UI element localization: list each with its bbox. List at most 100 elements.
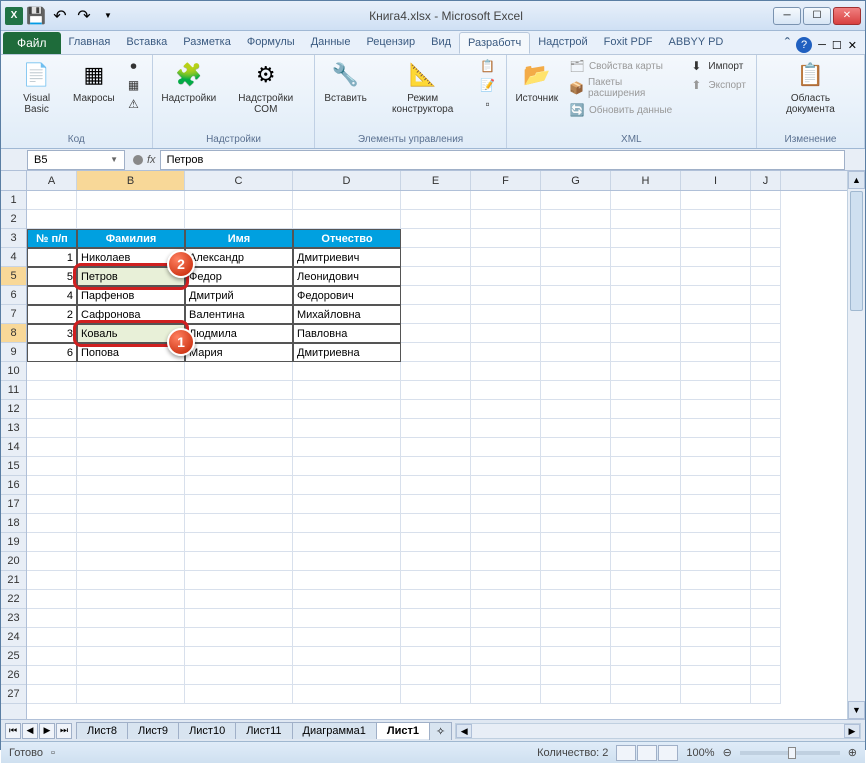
cell[interactable]: [541, 381, 611, 400]
design-mode-button[interactable]: 📐Режим конструктора: [374, 57, 472, 117]
maximize-button[interactable]: ☐: [803, 7, 831, 25]
row-header[interactable]: 20: [1, 552, 26, 571]
cell[interactable]: [293, 476, 401, 495]
cell[interactable]: [681, 191, 751, 210]
file-tab[interactable]: Файл: [3, 32, 61, 54]
cell[interactable]: [471, 400, 541, 419]
cell[interactable]: [293, 438, 401, 457]
cell[interactable]: [471, 666, 541, 685]
cell[interactable]: [27, 609, 77, 628]
visual-basic-button[interactable]: 📄Visual Basic: [7, 57, 66, 117]
cell[interactable]: [751, 666, 781, 685]
table-cell[interactable]: Мария: [185, 343, 293, 362]
qat-dropdown[interactable]: ▼: [97, 5, 119, 27]
cell[interactable]: [611, 666, 681, 685]
cell[interactable]: [77, 457, 185, 476]
cell[interactable]: [401, 666, 471, 685]
cell[interactable]: [77, 419, 185, 438]
cell[interactable]: [611, 609, 681, 628]
cell[interactable]: [185, 362, 293, 381]
cell[interactable]: [293, 552, 401, 571]
cell[interactable]: [401, 324, 471, 343]
cell[interactable]: [541, 400, 611, 419]
column-header[interactable]: D: [293, 171, 401, 190]
cell[interactable]: [77, 362, 185, 381]
row-header[interactable]: 27: [1, 685, 26, 704]
view-code-button[interactable]: 📝: [476, 76, 500, 94]
cell[interactable]: [611, 571, 681, 590]
cell[interactable]: [611, 495, 681, 514]
cell[interactable]: [293, 609, 401, 628]
column-header[interactable]: C: [185, 171, 293, 190]
cell[interactable]: [751, 514, 781, 533]
cell[interactable]: [27, 400, 77, 419]
cell[interactable]: [471, 419, 541, 438]
cell[interactable]: [27, 590, 77, 609]
cell[interactable]: [681, 419, 751, 438]
insert-control-button[interactable]: 🔧Вставить: [321, 57, 369, 106]
ribbon-tab[interactable]: Данные: [303, 32, 359, 54]
table-header-cell[interactable]: Имя: [185, 229, 293, 248]
cell[interactable]: [751, 685, 781, 704]
macros-button[interactable]: ▦Макросы: [70, 57, 117, 106]
cell[interactable]: [541, 362, 611, 381]
cell[interactable]: [185, 210, 293, 229]
cell[interactable]: [401, 628, 471, 647]
addins-button[interactable]: 🧩Надстройки: [159, 57, 219, 106]
row-header[interactable]: 25: [1, 647, 26, 666]
status-macro-icon[interactable]: ▫: [51, 747, 55, 759]
table-cell[interactable]: Людмила: [185, 324, 293, 343]
cell[interactable]: [541, 419, 611, 438]
doc-restore-button[interactable]: ☐: [832, 39, 842, 52]
cell[interactable]: [293, 495, 401, 514]
cell[interactable]: [185, 400, 293, 419]
macro-security-button[interactable]: ⚠: [122, 95, 146, 113]
table-cell[interactable]: Дмитриевна: [293, 343, 401, 362]
tab-next-button[interactable]: ▶: [39, 723, 55, 739]
cell[interactable]: [401, 419, 471, 438]
map-properties-button[interactable]: 🗂Свойства карты: [565, 57, 680, 75]
cell[interactable]: [541, 267, 611, 286]
cell[interactable]: [751, 628, 781, 647]
scroll-left-button[interactable]: ◀: [456, 724, 472, 738]
row-header[interactable]: 3: [1, 229, 26, 248]
cell[interactable]: [681, 609, 751, 628]
cell[interactable]: [293, 666, 401, 685]
select-all-corner[interactable]: [1, 171, 27, 191]
ribbon-tab[interactable]: Рецензир: [358, 32, 423, 54]
import-button[interactable]: ⬇Импорт: [684, 57, 750, 75]
cell[interactable]: [471, 533, 541, 552]
cell[interactable]: [471, 628, 541, 647]
cell[interactable]: [471, 647, 541, 666]
cell[interactable]: [471, 305, 541, 324]
table-cell[interactable]: 3: [27, 324, 77, 343]
cell[interactable]: [751, 590, 781, 609]
cell[interactable]: [611, 229, 681, 248]
cell[interactable]: [401, 457, 471, 476]
cell[interactable]: [77, 381, 185, 400]
cell[interactable]: [471, 381, 541, 400]
table-cell[interactable]: Коваль: [77, 324, 185, 343]
cell[interactable]: [681, 571, 751, 590]
cell[interactable]: [611, 305, 681, 324]
cell[interactable]: [77, 666, 185, 685]
cell[interactable]: [681, 305, 751, 324]
row-header[interactable]: 19: [1, 533, 26, 552]
cell[interactable]: [681, 552, 751, 571]
cell[interactable]: [541, 457, 611, 476]
row-header[interactable]: 10: [1, 362, 26, 381]
cell[interactable]: [611, 476, 681, 495]
cell[interactable]: [185, 476, 293, 495]
cell[interactable]: [77, 685, 185, 704]
cell[interactable]: [401, 248, 471, 267]
ribbon-tab[interactable]: Вставка: [118, 32, 175, 54]
cell[interactable]: [77, 210, 185, 229]
cell[interactable]: [751, 229, 781, 248]
cell[interactable]: [541, 248, 611, 267]
cell[interactable]: [751, 533, 781, 552]
row-header[interactable]: 9: [1, 343, 26, 362]
column-header[interactable]: B: [77, 171, 185, 190]
cell[interactable]: [471, 438, 541, 457]
cell[interactable]: [681, 324, 751, 343]
table-cell[interactable]: 4: [27, 286, 77, 305]
